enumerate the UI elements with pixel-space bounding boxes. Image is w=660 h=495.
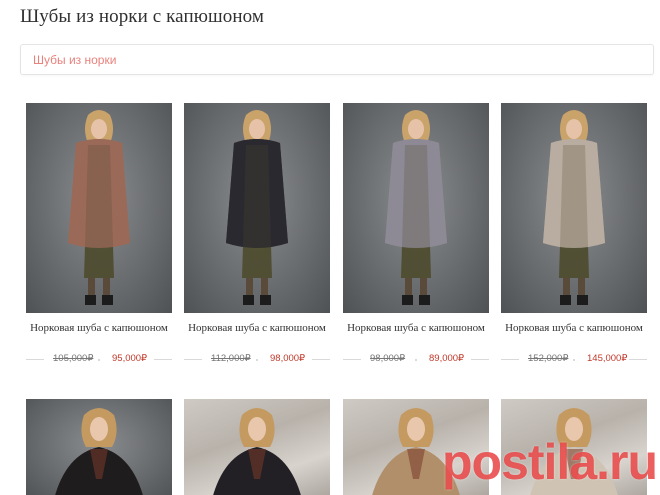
breadcrumb-link[interactable]: Шубы из норки	[33, 53, 116, 67]
boot	[419, 295, 430, 305]
separator-dot	[573, 359, 575, 361]
boot	[560, 295, 571, 305]
price-row: 152,000₽ 145,000₽	[501, 353, 647, 367]
divider	[154, 359, 172, 360]
model-figure	[385, 110, 447, 305]
page-title: Шубы из норки с капюшоном	[20, 6, 264, 27]
product-title[interactable]: Норковая шуба с капюшоном	[176, 322, 338, 334]
model-figure	[530, 408, 618, 495]
divider	[629, 359, 647, 360]
face	[565, 417, 583, 441]
new-price: 98,000₽	[270, 353, 306, 364]
price-row: 112,000₽ 98,000₽	[184, 353, 330, 367]
product-photo[interactable]	[26, 103, 172, 313]
divider	[501, 359, 519, 360]
face	[91, 119, 107, 139]
face	[90, 417, 108, 441]
old-price: 98,000₽	[370, 353, 406, 364]
separator-dot	[256, 359, 258, 361]
coat-overlay	[543, 139, 605, 248]
boot	[577, 295, 588, 305]
product-photo[interactable]	[26, 399, 172, 495]
face	[408, 119, 424, 139]
face	[407, 417, 425, 441]
old-price: 112,000₽	[211, 353, 251, 364]
product-photo[interactable]	[501, 103, 647, 313]
product-photo[interactable]	[184, 399, 330, 495]
model-figure	[226, 110, 288, 305]
product-title[interactable]: Норковая шуба с капюшоном	[18, 322, 180, 334]
old-price: 152,000₽	[528, 353, 569, 364]
coat-overlay	[68, 139, 130, 248]
divider	[471, 359, 489, 360]
boot	[243, 295, 254, 305]
new-price: 145,000₽	[587, 353, 628, 364]
product-photo[interactable]	[184, 103, 330, 313]
boot	[102, 295, 113, 305]
breadcrumb: Шубы из норки	[20, 44, 654, 75]
product-title[interactable]: Норковая шуба с капюшоном	[493, 322, 655, 334]
coat-overlay	[226, 139, 288, 248]
face	[249, 119, 265, 139]
divider	[343, 359, 361, 360]
boot	[402, 295, 413, 305]
product-photo[interactable]	[343, 103, 489, 313]
model-figure	[372, 408, 460, 495]
divider	[26, 359, 44, 360]
boot	[260, 295, 271, 305]
divider	[184, 359, 202, 360]
divider	[312, 359, 330, 360]
model-figure	[68, 110, 130, 305]
product-photo[interactable]	[343, 399, 489, 495]
coat-overlay	[385, 139, 447, 248]
new-price: 95,000₽	[112, 353, 148, 364]
model-figure	[543, 110, 605, 305]
separator-dot	[98, 359, 100, 361]
price-row: 105,000₽ 95,000₽	[26, 353, 172, 367]
new-price: 89,000₽	[429, 353, 465, 364]
model-figure	[55, 408, 143, 495]
model-figure	[213, 408, 301, 495]
separator-dot	[415, 359, 417, 361]
face	[248, 417, 266, 441]
price-row: 98,000₽ 89,000₽	[343, 353, 489, 367]
old-price: 105,000₽	[53, 353, 94, 364]
boot	[85, 295, 96, 305]
product-photo[interactable]	[501, 399, 647, 495]
product-title[interactable]: Норковая шуба с капюшоном	[335, 322, 497, 334]
face	[566, 119, 582, 139]
